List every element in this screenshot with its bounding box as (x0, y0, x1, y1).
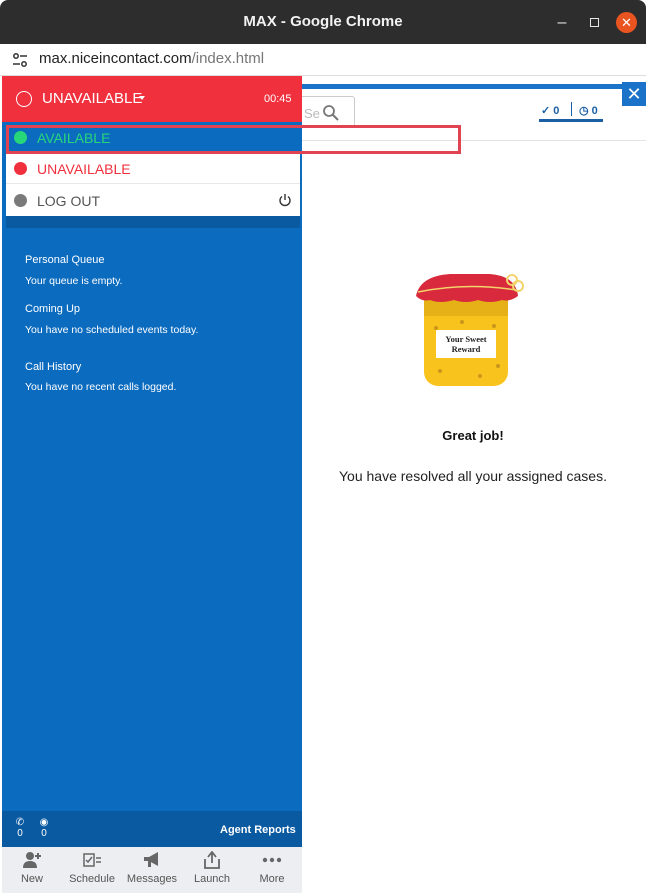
launch-icon (204, 851, 220, 869)
agent-reports-link[interactable]: Agent Reports (220, 824, 296, 836)
search-icon[interactable] (322, 104, 340, 122)
status-timer: 00:45 (264, 93, 292, 105)
checked-count: 0 (553, 105, 560, 117)
jar-label-line1: Your Sweet (445, 334, 486, 344)
add-user-icon (23, 852, 41, 868)
chevron-down-icon[interactable] (139, 96, 145, 100)
header-stripe (300, 84, 646, 89)
personal-queue-text: Your queue is empty. (25, 275, 123, 287)
site-settings-icon[interactable] (12, 52, 28, 68)
megaphone-icon (144, 852, 158, 867)
chat-bubble-icon: ◉ (39, 817, 49, 828)
unavailable-dot-icon (14, 162, 27, 175)
empty-state-message: You have resolved all your assigned case… (339, 468, 607, 484)
nav-label: Launch (193, 873, 231, 885)
logout-dot-icon (14, 194, 27, 207)
empty-state-heading: Great job! (442, 428, 504, 443)
title-bar: MAX - Google Chrome – ✕ (0, 0, 646, 44)
nav-label: New (20, 873, 43, 885)
coming-up-text: You have no scheduled events today. (25, 324, 199, 336)
address-bar[interactable]: max.niceincontact.com/index.html (0, 44, 646, 76)
scheduled-count: 0 (591, 105, 598, 117)
status-selector[interactable]: UNAVAILABLE 00:45 (2, 76, 302, 122)
window-title: MAX - Google Chrome (243, 13, 403, 30)
power-icon[interactable] (278, 193, 292, 207)
nav-new[interactable]: New (2, 847, 62, 893)
agent-stats-bar: ✆ 0 ◉ 0 Agent Reports (2, 811, 302, 847)
nav-label: More (259, 873, 285, 885)
url-path: /index.html (191, 50, 265, 67)
call-history-text: You have no recent calls logged. (25, 381, 177, 393)
nav-launch[interactable]: Launch (182, 847, 242, 893)
case-counters[interactable]: ✓ 0 ◷ 0 (539, 102, 603, 122)
nav-label: Schedule (69, 873, 115, 885)
status-option-label: UNAVAILABLE (37, 161, 131, 177)
maximize-button[interactable] (583, 12, 605, 34)
counter-divider (571, 102, 572, 116)
schedule-icon (83, 853, 101, 867)
reward-jar-illustration: Your Sweet Reward (416, 274, 524, 386)
minimize-button[interactable]: – (551, 12, 573, 34)
chats-counter[interactable]: ◉ 0 (37, 817, 51, 839)
current-status[interactable]: UNAVAILABLE (42, 90, 142, 107)
phone-icon: ✆ (15, 817, 25, 828)
calls-count: 0 (17, 828, 23, 839)
status-option-unavailable[interactable]: UNAVAILABLE (6, 153, 300, 184)
status-option-logout[interactable]: LOG OUT (6, 185, 300, 216)
checked-counter[interactable]: ✓ 0 (541, 104, 559, 117)
search-input[interactable]: Se (298, 96, 355, 128)
chats-count: 0 (41, 828, 47, 839)
calls-counter[interactable]: ✆ 0 (13, 817, 27, 839)
nav-messages[interactable]: Messages (122, 847, 182, 893)
maximize-icon (589, 18, 599, 27)
jar-label-line2: Reward (452, 344, 481, 354)
nav-label: Messages (126, 873, 178, 885)
status-option-label: LOG OUT (37, 193, 101, 209)
call-history-title: Call History (25, 361, 82, 373)
search-placeholder: Se (304, 106, 320, 121)
menu-divider (6, 216, 300, 228)
close-window-button[interactable]: ✕ (616, 12, 637, 33)
url-text[interactable]: max.niceincontact.com/index.html (39, 50, 264, 67)
clock-icon: ◷ (579, 105, 589, 117)
status-ring-icon (16, 91, 32, 107)
selection-highlight (6, 125, 461, 154)
coming-up-title: Coming Up (25, 303, 81, 315)
browser-window: MAX - Google Chrome – ✕ max.niceincontac… (0, 0, 646, 893)
nav-schedule[interactable]: Schedule (62, 847, 122, 893)
agent-panel: UNAVAILABLE 00:45 AVAILABLE UNAVAILABLE … (2, 76, 302, 893)
bottom-nav: New Schedule Messages Launch More (2, 847, 302, 893)
url-host: max.niceincontact.com (39, 50, 192, 67)
personal-queue-title: Personal Queue (25, 254, 105, 266)
close-panel-icon[interactable]: ✕ (622, 82, 646, 106)
nav-more[interactable]: More (242, 847, 302, 893)
scheduled-counter[interactable]: ◷ 0 (579, 104, 598, 117)
more-icon (262, 857, 282, 863)
